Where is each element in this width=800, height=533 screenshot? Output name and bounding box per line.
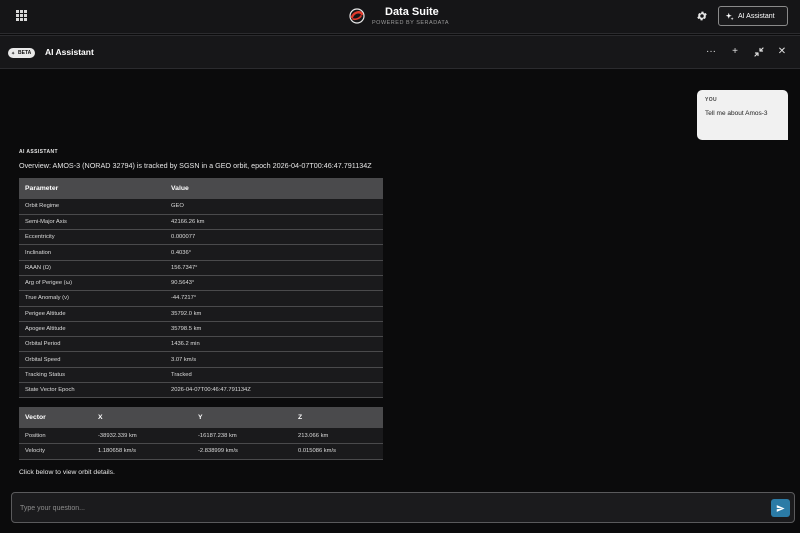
send-button[interactable] — [771, 499, 790, 517]
table-row: Orbital Speed 3.07 km/s — [19, 351, 383, 368]
table-cell: 213.066 km — [292, 428, 383, 444]
table-cell: Apogee Altitude — [19, 321, 165, 338]
table-cell: 3.07 km/s — [165, 351, 383, 368]
collapse-icon[interactable] — [752, 45, 766, 59]
sparkle-icon — [725, 12, 734, 20]
column-header: Vector — [19, 407, 92, 428]
table-cell: Orbit Regime — [19, 199, 165, 215]
table-cell: -2.838999 km/s — [192, 443, 292, 460]
table-cell: 35792.0 km — [165, 306, 383, 322]
table-cell: Inclination — [19, 244, 165, 261]
assistant-panel-header: BETA AI Assistant ··· + ✕ — [0, 35, 800, 69]
table-row: Semi-Major Axis 42166.26 km — [19, 214, 383, 231]
panel-title: AI Assistant — [45, 47, 94, 57]
close-panel-button[interactable]: ✕ — [775, 45, 789, 59]
user-label: YOU — [705, 97, 718, 103]
table-cell: RAAN (Ω) — [19, 260, 165, 276]
table-row: Velocity 1.180658 km/s -2.838999 km/s 0.015… — [19, 443, 383, 460]
table-cell: 42166.26 km — [165, 214, 383, 231]
table-row: True Anomaly (ν) -44.7217° — [19, 290, 383, 307]
table-cell: 0.015086 km/s — [292, 443, 383, 460]
table-row: Arg of Perigee (ω) 90.5643° — [19, 275, 383, 292]
ai-assistant-button-label: AI Assistant — [738, 12, 775, 20]
column-header: X — [92, 407, 192, 428]
table-cell: Tracked — [165, 367, 383, 384]
user-message-bubble: YOU Tell me about Amos-3 — [697, 90, 788, 140]
apps-grid-icon[interactable] — [16, 10, 27, 21]
table-row: Orbit Regime GEO — [19, 199, 383, 215]
new-chat-button[interactable]: + — [728, 45, 742, 59]
table-cell: -44.7217° — [165, 290, 383, 307]
table-cell: 90.5643° — [165, 275, 383, 292]
orbit-details-note: Click below to view orbit details. — [19, 469, 115, 476]
question-input[interactable] — [20, 501, 760, 515]
table-cell: 156.7347° — [165, 260, 383, 276]
sparkle-icon — [11, 50, 15, 55]
send-icon — [776, 504, 785, 512]
table-cell: Position — [19, 428, 92, 444]
assistant-overview: Overview: AMOS-3 (NORAD 32794) is tracke… — [19, 161, 372, 170]
question-composer — [11, 492, 795, 523]
table-row: Orbital Period 1436.2 min — [19, 336, 383, 353]
table-cell: State Vector Epoch — [19, 382, 165, 399]
table-row: State Vector Epoch 2026-04-07T00:46:47.79… — [19, 382, 383, 399]
table-cell: Arg of Perigee (ω) — [19, 275, 165, 292]
table-cell: 1436.2 min — [165, 336, 383, 353]
table-cell: Eccentricity — [19, 229, 165, 246]
settings-gear-icon[interactable] — [696, 10, 708, 22]
table-cell: Orbital Period — [19, 336, 165, 353]
table-row: Tracking Status Tracked — [19, 367, 383, 384]
table-row: Perigee Altitude 35792.0 km — [19, 306, 383, 322]
user-message: Tell me about Amos-3 — [705, 110, 768, 117]
table-row: Inclination 0.4036° — [19, 244, 383, 261]
table-cell: Semi-Major Axis — [19, 214, 165, 231]
beta-badge-label: BETA — [18, 50, 32, 56]
table-cell: 35798.5 km — [165, 321, 383, 338]
top-bar: Data Suite POWERED BY SERADATA AI Assist… — [0, 0, 800, 34]
beta-badge: BETA — [8, 48, 36, 58]
more-options-button[interactable]: ··· — [704, 45, 718, 59]
table-cell: 2026-04-07T00:46:47.791134Z — [165, 382, 383, 399]
table-header-row: Parameter Value — [19, 178, 383, 199]
app-title: Data Suite — [385, 6, 439, 18]
table-cell: Perigee Altitude — [19, 306, 165, 322]
table-cell: -38932.339 km — [92, 428, 192, 444]
seradata-logo-icon — [349, 8, 365, 24]
table-row: Position -38932.339 km -16187.238 km 213.06… — [19, 428, 383, 444]
table-row: Apogee Altitude 35798.5 km — [19, 321, 383, 338]
table-header-row: Vector X Y Z — [19, 407, 383, 428]
column-header: Y — [192, 407, 292, 428]
table-cell: 1.180658 km/s — [92, 443, 192, 460]
table-cell: -16187.238 km — [192, 428, 292, 444]
brand[interactable]: Data Suite POWERED BY SERADATA — [345, 5, 465, 29]
table-row: Eccentricity 0.000077 — [19, 229, 383, 246]
assistant-label: AI ASSISTANT — [19, 149, 58, 155]
table-cell: GEO — [165, 199, 383, 215]
ai-assistant-button[interactable]: AI Assistant — [718, 6, 788, 26]
table-cell: 0.4036° — [165, 244, 383, 261]
column-header: Z — [292, 407, 383, 428]
table-cell: Orbital Speed — [19, 351, 165, 368]
table-cell: Velocity — [19, 443, 92, 460]
table-row: RAAN (Ω) 156.7347° — [19, 260, 383, 276]
table-cell: Tracking Status — [19, 367, 165, 384]
app-subtitle: POWERED BY SERADATA — [372, 20, 450, 26]
orbit-parameters-table: Parameter Value Orbit Regime GEO Semi-Majo… — [19, 178, 383, 399]
table-cell: True Anomaly (ν) — [19, 290, 165, 307]
state-vector-table: Vector X Y Z Position -38932.339 km -16187… — [19, 407, 383, 460]
column-header: Parameter — [19, 178, 165, 199]
table-cell: 0.000077 — [165, 229, 383, 246]
column-header: Value — [165, 178, 383, 199]
chat-area: YOU Tell me about Amos-3 AI ASSISTANT Ov… — [0, 70, 800, 490]
